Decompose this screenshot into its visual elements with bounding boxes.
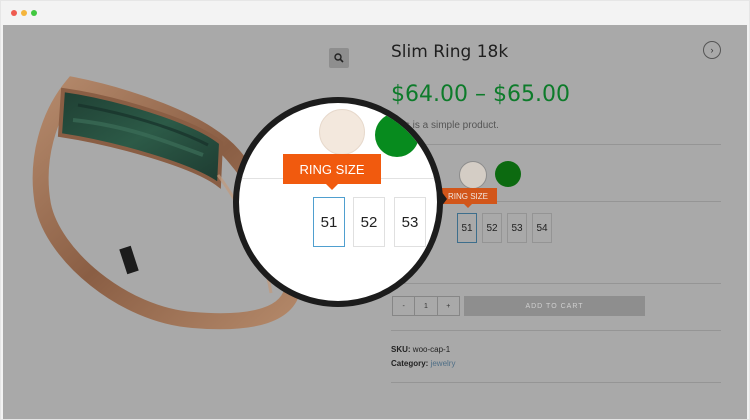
browser-window: Slim Ring 18k › $64.00 – $65.00 This is … bbox=[0, 0, 750, 420]
quantity-input[interactable]: 1 bbox=[414, 297, 438, 315]
minimize-window-dot[interactable] bbox=[21, 10, 27, 16]
divider bbox=[391, 144, 721, 145]
maximize-window-dot[interactable] bbox=[31, 10, 37, 16]
divider bbox=[391, 382, 721, 383]
quantity-stepper: - 1 + bbox=[392, 296, 460, 316]
size-option-53[interactable]: 53 bbox=[507, 213, 527, 243]
product-page: Slim Ring 18k › $64.00 – $65.00 This is … bbox=[3, 25, 747, 419]
add-to-cart-button[interactable]: ADD TO CART bbox=[464, 296, 645, 316]
magnifier-icon bbox=[334, 53, 344, 63]
chevron-right-icon: › bbox=[710, 45, 714, 55]
size-option-52[interactable]: 52 bbox=[482, 213, 502, 243]
magnified-size-53: 53 bbox=[394, 197, 426, 247]
magnifier-lens: RING SIZE 51 52 53 bbox=[233, 97, 443, 307]
size-option-54[interactable]: 54 bbox=[532, 213, 552, 243]
sku-value: woo-cap-1 bbox=[412, 345, 451, 354]
close-window-dot[interactable] bbox=[11, 10, 17, 16]
product-title: Slim Ring 18k bbox=[391, 42, 509, 62]
category-row: Category: jewelry bbox=[391, 359, 455, 368]
magnified-swatch-cream bbox=[319, 109, 365, 155]
magnified-swatch-green bbox=[375, 113, 419, 157]
ring-size-tooltip: RING SIZE bbox=[439, 188, 497, 208]
product-price: $64.00 – $65.00 bbox=[391, 82, 570, 107]
divider bbox=[391, 283, 721, 284]
quantity-decrement-button[interactable]: - bbox=[393, 297, 414, 315]
divider bbox=[391, 330, 721, 331]
color-swatch-cream[interactable] bbox=[459, 161, 487, 189]
next-product-button[interactable]: › bbox=[703, 41, 721, 59]
magnified-size-51: 51 bbox=[313, 197, 345, 247]
category-label: Category: bbox=[391, 359, 429, 368]
magnified-ring-size-tooltip: RING SIZE bbox=[283, 154, 381, 190]
quantity-increment-button[interactable]: + bbox=[438, 297, 459, 315]
color-swatch-green[interactable] bbox=[495, 161, 521, 187]
sku-label: SKU: bbox=[391, 345, 411, 354]
magnified-size-52: 52 bbox=[353, 197, 385, 247]
sku-row: SKU: woo-cap-1 bbox=[391, 345, 450, 354]
window-titlebar bbox=[1, 1, 749, 25]
size-option-51[interactable]: 51 bbox=[457, 213, 477, 243]
category-link[interactable]: jewelry bbox=[431, 359, 456, 368]
image-zoom-button[interactable] bbox=[329, 48, 349, 68]
